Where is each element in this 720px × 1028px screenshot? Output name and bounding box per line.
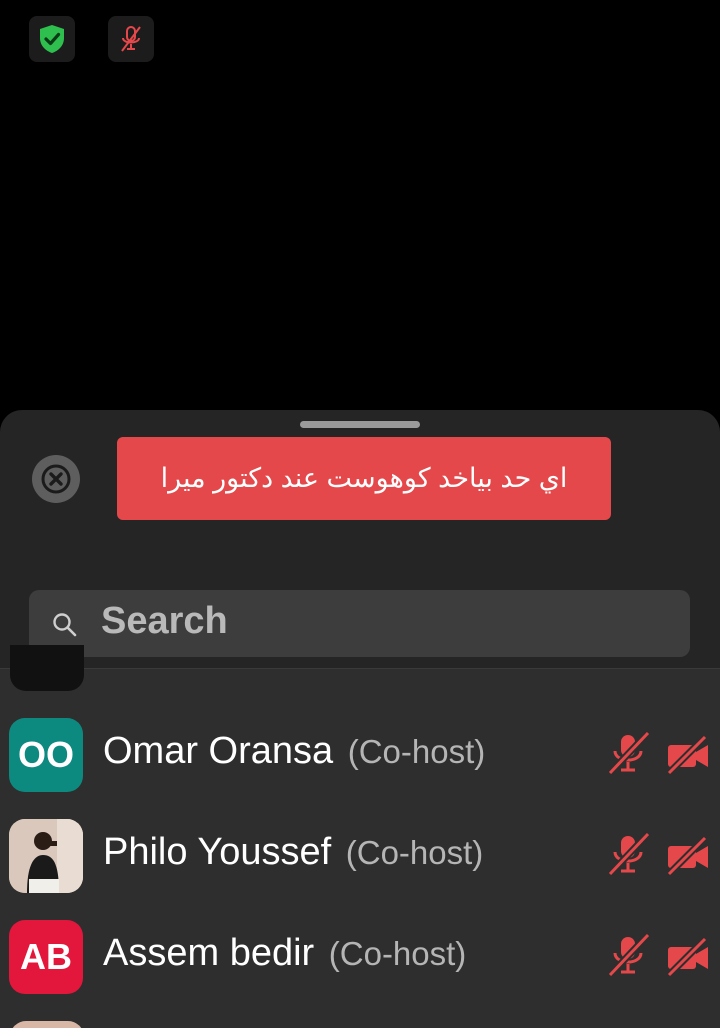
avatar: OO (9, 718, 83, 792)
muted-mic-icon[interactable] (605, 729, 651, 775)
participant-row[interactable]: Philo Youssef (Co-host) (0, 808, 720, 908)
participant-row[interactable]: AB Assem bedir (Co-host) (0, 909, 720, 1009)
search-placeholder: Search (101, 600, 228, 642)
chat-toast-message[interactable]: اي حد بياخد كوهوست عند دكتور ميرا (117, 437, 611, 520)
avatar: AB (9, 920, 83, 994)
participant-name: Philo Youssef (103, 831, 332, 873)
participant-role: (Co-host) (345, 834, 484, 871)
video-off-icon[interactable] (665, 735, 711, 775)
video-off-icon[interactable] (665, 937, 711, 977)
muted-mic-icon[interactable] (605, 830, 651, 876)
drag-handle[interactable] (300, 421, 420, 428)
participant-list[interactable]: OO Omar Oransa (Co-host) Philo Youssef (… (0, 645, 720, 1028)
avatar-partial (10, 645, 84, 691)
muted-mic-icon[interactable] (605, 931, 651, 977)
participant-name: Assem bedir (103, 932, 315, 974)
search-input[interactable]: Search (29, 590, 690, 657)
avatar-photo (9, 819, 83, 893)
participant-row[interactable]: OO Omar Oransa (Co-host) (0, 707, 720, 807)
participant-role: (Co-host) (347, 733, 486, 770)
close-icon (41, 464, 71, 494)
muted-mic-icon[interactable] (108, 16, 154, 62)
security-shield-icon[interactable] (29, 16, 75, 62)
close-button[interactable] (32, 455, 80, 503)
participants-sheet: اي حد بياخد كوهوست عند دكتور ميرا Search… (0, 410, 720, 1028)
search-icon (53, 613, 77, 637)
participant-name: Omar Oransa (103, 730, 334, 772)
video-off-icon[interactable] (665, 836, 711, 876)
avatar-partial (10, 1021, 84, 1028)
participant-role: (Co-host) (328, 935, 467, 972)
